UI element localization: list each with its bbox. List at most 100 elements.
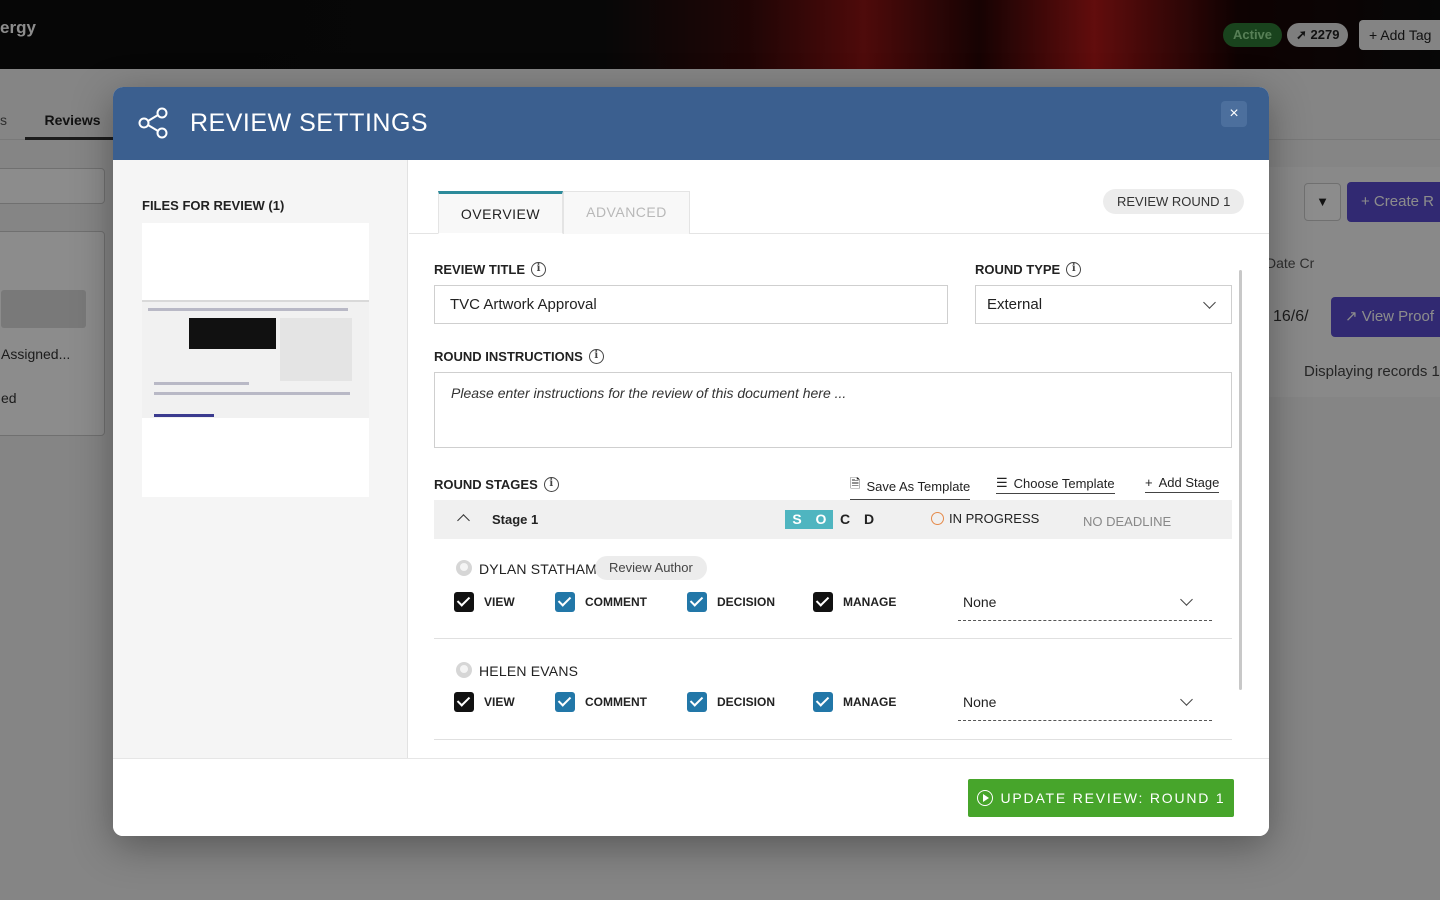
list-icon: ☰ — [996, 475, 1008, 490]
review-title-label: REVIEW TITLE i — [434, 262, 546, 277]
decision-label: DECISION — [717, 695, 776, 709]
round-instructions-label-text: ROUND INSTRUCTIONS — [434, 349, 583, 364]
stage-flag-d[interactable]: D — [857, 510, 881, 529]
round-type-label-text: ROUND TYPE — [975, 262, 1061, 277]
avatar — [456, 560, 472, 576]
round-type-label: ROUND TYPE i — [975, 262, 1082, 277]
member-name: DYLAN STATHAM — [479, 561, 597, 577]
stage-status-text: IN PROGRESS — [949, 511, 1040, 526]
round-instructions-label: ROUND INSTRUCTIONS i — [434, 349, 604, 364]
tab-advanced[interactable]: ADVANCED — [563, 191, 690, 234]
scrollbar[interactable] — [1239, 270, 1242, 690]
round-type-select[interactable]: External — [975, 285, 1232, 324]
files-for-review-label: FILES FOR REVIEW (1) — [142, 198, 285, 213]
manage-permission[interactable]: MANAGE — [813, 592, 896, 612]
thumbnail-line — [154, 382, 249, 385]
manage-label: MANAGE — [843, 595, 897, 609]
save-as-template-button[interactable]: 🗎 Save As Template — [850, 475, 971, 500]
stage-name: Stage 1 — [492, 512, 539, 527]
manage-permission[interactable]: MANAGE — [813, 692, 896, 712]
round-instructions-textarea[interactable]: Please enter instructions for the review… — [434, 372, 1232, 448]
modal-header: REVIEW SETTINGS × — [113, 87, 1269, 160]
chevron-down-icon — [1203, 296, 1216, 309]
file-thumbnail[interactable] — [142, 223, 369, 497]
review-author-badge: Review Author — [595, 556, 707, 580]
review-title-label-text: REVIEW TITLE — [434, 262, 525, 277]
stage-member-row: HELEN EVANS VIEW COMMENT DECISION MANAGE — [434, 640, 1232, 740]
add-stage-button[interactable]: + Add Stage — [1145, 475, 1220, 493]
stage-deadline[interactable]: NO DEADLINE — [1083, 514, 1171, 529]
choose-template-button[interactable]: ☰ Choose Template — [996, 475, 1115, 494]
avatar — [456, 662, 472, 678]
stage-member-row: DYLAN STATHAM Review Author VIEW COMMENT… — [434, 539, 1232, 639]
view-permission[interactable]: VIEW — [454, 692, 515, 712]
stage-flag-o[interactable]: O — [809, 510, 833, 529]
share-icon — [138, 107, 168, 139]
overview-content: REVIEW TITLE i TVC Artwork Approval ROUN… — [409, 235, 1269, 758]
member-role-value: None — [963, 594, 997, 610]
thumbnail-line — [154, 414, 214, 417]
decision-permission[interactable]: DECISION — [687, 592, 775, 612]
stage-flags: S O C D — [785, 510, 881, 529]
round-stages-label-text: ROUND STAGES — [434, 477, 538, 492]
manage-checkbox[interactable] — [813, 692, 833, 712]
view-permission[interactable]: VIEW — [454, 592, 515, 612]
manage-checkbox[interactable] — [813, 592, 833, 612]
review-settings-modal: REVIEW SETTINGS × FILES FOR REVIEW (1) O… — [113, 87, 1269, 836]
view-checkbox[interactable] — [454, 592, 474, 612]
comment-label: COMMENT — [585, 695, 647, 709]
comment-permission[interactable]: COMMENT — [555, 692, 647, 712]
decision-checkbox[interactable] — [687, 692, 707, 712]
files-panel: FILES FOR REVIEW (1) — [113, 160, 408, 758]
review-title-input[interactable]: TVC Artwork Approval — [434, 285, 948, 324]
save-as-template-label: Save As Template — [866, 478, 971, 494]
round-type-value: External — [987, 296, 1043, 313]
update-review-label: UPDATE REVIEW: ROUND 1 — [1000, 790, 1226, 806]
info-icon[interactable]: i — [531, 262, 546, 277]
info-icon[interactable]: i — [1066, 262, 1082, 277]
thumbnail-preview — [142, 300, 369, 418]
stage-status: IN PROGRESS — [931, 511, 1039, 526]
modal-title: REVIEW SETTINGS — [190, 109, 429, 137]
thumbnail-line — [148, 308, 348, 311]
manage-label: MANAGE — [843, 695, 897, 709]
member-role-select[interactable]: None — [958, 590, 1212, 621]
chevron-down-icon — [1180, 693, 1193, 706]
choose-template-label: Choose Template — [1013, 475, 1115, 491]
stage-header[interactable]: Stage 1 S O C D IN PROGRESS NO DEADLINE — [434, 500, 1232, 539]
review-round-badge: REVIEW ROUND 1 — [1103, 189, 1245, 214]
thumbnail-video — [189, 318, 276, 349]
decision-checkbox[interactable] — [687, 592, 707, 612]
view-checkbox[interactable] — [454, 692, 474, 712]
chevron-up-icon[interactable] — [457, 514, 470, 527]
stage-flag-c[interactable]: C — [833, 510, 857, 529]
info-icon[interactable]: i — [543, 477, 559, 492]
decision-label: DECISION — [717, 595, 776, 609]
close-icon[interactable]: × — [1221, 101, 1247, 127]
comment-label: COMMENT — [585, 595, 647, 609]
tab-overview[interactable]: OVERVIEW — [438, 191, 563, 234]
modal-footer: UPDATE REVIEW: ROUND 1 — [113, 758, 1269, 836]
add-stage-label: Add Stage — [1158, 475, 1220, 490]
member-name: HELEN EVANS — [479, 663, 579, 679]
view-label: VIEW — [484, 695, 515, 709]
comment-permission[interactable]: COMMENT — [555, 592, 647, 612]
stage-flag-s[interactable]: S — [785, 510, 809, 529]
round-stages-label: ROUND STAGES i — [434, 477, 559, 492]
view-label: VIEW — [484, 595, 515, 609]
comment-checkbox[interactable] — [555, 692, 575, 712]
member-role-value: None — [963, 694, 997, 710]
decision-permission[interactable]: DECISION — [687, 692, 775, 712]
member-role-select[interactable]: None — [958, 690, 1212, 721]
thumbnail-sidebar — [280, 318, 352, 381]
info-icon[interactable]: i — [588, 349, 604, 364]
settings-panel: OVERVIEW ADVANCED REVIEW ROUND 1 REVIEW … — [409, 160, 1269, 758]
plus-icon: + — [1145, 475, 1153, 490]
chevron-down-icon — [1180, 593, 1193, 606]
update-review-button[interactable]: UPDATE REVIEW: ROUND 1 — [968, 779, 1234, 817]
save-icon: 🗎 — [850, 476, 861, 491]
settings-tabs: OVERVIEW ADVANCED REVIEW ROUND 1 — [409, 160, 1269, 234]
clock-icon — [931, 512, 944, 525]
thumbnail-line — [154, 392, 350, 395]
comment-checkbox[interactable] — [555, 592, 575, 612]
